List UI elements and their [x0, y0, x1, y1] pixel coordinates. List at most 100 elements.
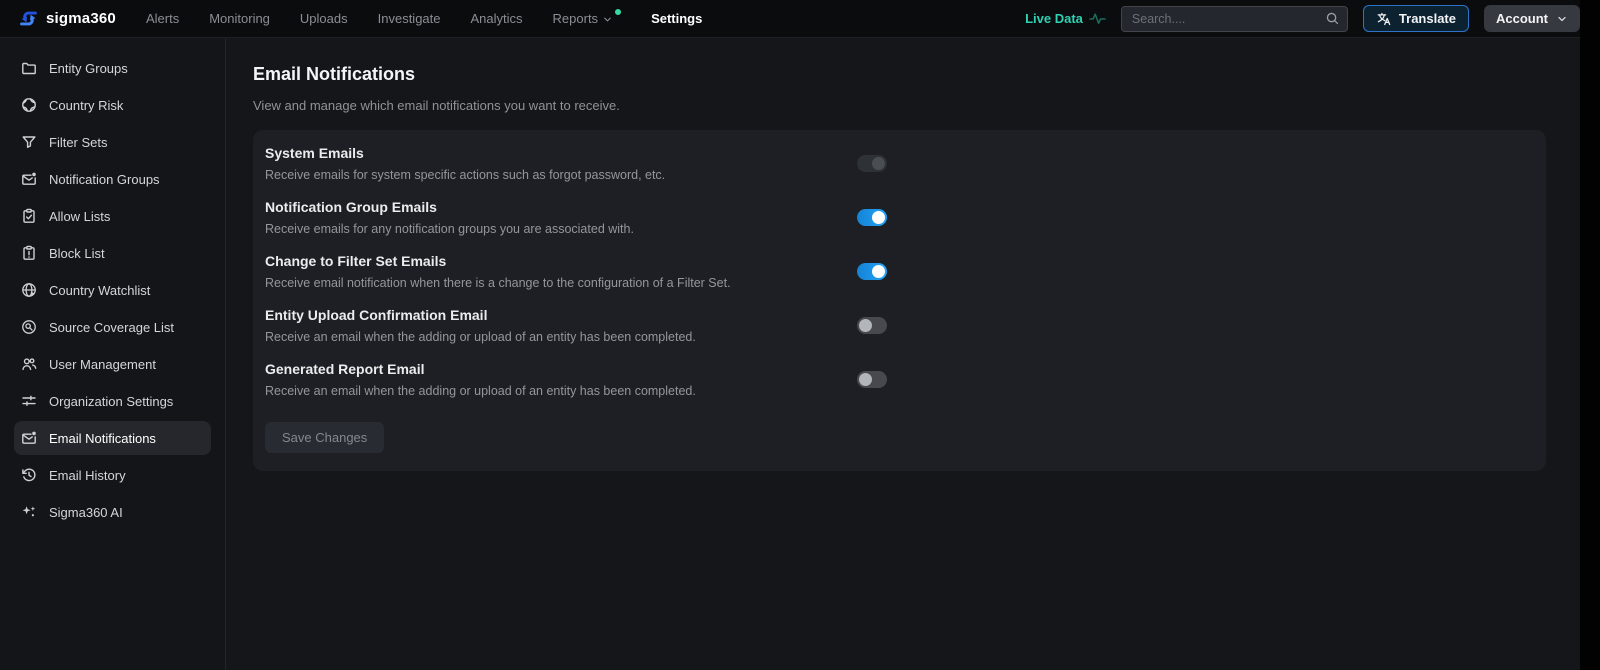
sidebar-item-entity-groups[interactable]: Entity Groups: [14, 51, 211, 85]
navbar-right-group: Live Data Translate Account: [1025, 5, 1580, 32]
clipboard-alert-icon: [21, 245, 37, 261]
sidebar-item-label: Allow Lists: [49, 209, 110, 224]
folder-icon: [21, 60, 37, 76]
setting-text: Notification Group Emails Receive emails…: [265, 199, 857, 236]
mail-notification-icon: [21, 171, 37, 187]
setting-text: System Emails Receive emails for system …: [265, 145, 857, 182]
sparkles-icon: [21, 504, 37, 520]
pulse-icon: [1089, 11, 1106, 26]
sidebar-item-label: Organization Settings: [49, 394, 173, 409]
sidebar-item-organization-settings[interactable]: Organization Settings: [14, 384, 211, 418]
toggle-knob: [859, 373, 872, 386]
sidebar-item-source-coverage-list[interactable]: Source Coverage List: [14, 310, 211, 344]
sidebar-item-country-watchlist[interactable]: Country Watchlist: [14, 273, 211, 307]
nav-settings[interactable]: Settings: [651, 11, 702, 26]
users-icon: [21, 356, 37, 372]
chevron-down-icon: [1556, 13, 1568, 25]
mail-notification-icon: [21, 430, 37, 446]
primary-nav: Alerts Monitoring Uploads Investigate An…: [146, 11, 702, 26]
sidebar-item-country-risk[interactable]: Country Risk: [14, 88, 211, 122]
page-subtitle: View and manage which email notification…: [253, 98, 1566, 113]
scrollbar-track[interactable]: [1580, 0, 1600, 670]
brand-name: sigma360: [46, 10, 116, 27]
page-title: Email Notifications: [253, 64, 1566, 85]
sidebar-item-label: User Management: [49, 357, 156, 372]
settings-sidebar: Entity Groups Country Risk Filter Sets N…: [0, 38, 226, 670]
sidebar-item-label: Email Notifications: [49, 431, 156, 446]
nav-analytics[interactable]: Analytics: [471, 11, 523, 26]
setting-description: Receive emails for system specific actio…: [265, 168, 857, 182]
nav-alerts[interactable]: Alerts: [146, 11, 179, 26]
sidebar-item-label: Source Coverage List: [49, 320, 174, 335]
generated-report-email-toggle[interactable]: [857, 371, 887, 388]
search-icon: [1325, 11, 1340, 26]
setting-title: Entity Upload Confirmation Email: [265, 307, 857, 323]
setting-row-entity-upload-confirmation: Entity Upload Confirmation Email Receive…: [265, 307, 1534, 344]
globe-icon: [21, 97, 37, 113]
notification-group-emails-toggle[interactable]: [857, 209, 887, 226]
sidebar-item-email-history[interactable]: Email History: [14, 458, 211, 492]
search-box: [1121, 6, 1348, 32]
setting-row-generated-report-email: Generated Report Email Receive an email …: [265, 361, 1534, 398]
sidebar-item-notification-groups[interactable]: Notification Groups: [14, 162, 211, 196]
chevron-down-icon: [602, 14, 613, 25]
clipboard-check-icon: [21, 208, 37, 224]
setting-description: Receive emails for any notification grou…: [265, 222, 857, 236]
sidebar-item-filter-sets[interactable]: Filter Sets: [14, 125, 211, 159]
nav-reports[interactable]: Reports: [553, 11, 622, 26]
search-input[interactable]: [1121, 6, 1348, 32]
reports-status-dot: [615, 9, 621, 15]
sidebar-item-email-notifications[interactable]: Email Notifications: [14, 421, 211, 455]
sidebar-item-label: Entity Groups: [49, 61, 128, 76]
sidebar-item-user-management[interactable]: User Management: [14, 347, 211, 381]
setting-text: Generated Report Email Receive an email …: [265, 361, 857, 398]
setting-title: Generated Report Email: [265, 361, 857, 377]
nav-reports-label: Reports: [553, 11, 599, 26]
sidebar-item-sigma360-ai[interactable]: Sigma360 AI: [14, 495, 211, 529]
system-emails-toggle[interactable]: [857, 155, 887, 172]
sidebar-item-label: Filter Sets: [49, 135, 108, 150]
nav-monitoring[interactable]: Monitoring: [209, 11, 270, 26]
sliders-icon: [21, 393, 37, 409]
filter-set-emails-toggle[interactable]: [857, 263, 887, 280]
translate-button[interactable]: Translate: [1363, 5, 1469, 32]
setting-text: Change to Filter Set Emails Receive emai…: [265, 253, 857, 290]
toggle-knob: [872, 265, 885, 278]
entity-upload-confirmation-toggle[interactable]: [857, 317, 887, 334]
setting-title: Change to Filter Set Emails: [265, 253, 857, 269]
sidebar-item-label: Block List: [49, 246, 105, 261]
save-changes-button[interactable]: Save Changes: [265, 422, 384, 453]
main-content: Email Notifications View and manage whic…: [226, 38, 1600, 670]
setting-description: Receive an email when the adding or uplo…: [265, 330, 857, 344]
nav-investigate[interactable]: Investigate: [378, 11, 441, 26]
top-navbar: sigma360 Alerts Monitoring Uploads Inves…: [0, 0, 1600, 38]
toggle-knob: [872, 157, 885, 170]
sidebar-item-block-list[interactable]: Block List: [14, 236, 211, 270]
sigma360-logo-icon: [18, 8, 39, 29]
setting-title: Notification Group Emails: [265, 199, 857, 215]
sidebar-item-allow-lists[interactable]: Allow Lists: [14, 199, 211, 233]
sidebar-item-label: Sigma360 AI: [49, 505, 123, 520]
setting-row-system-emails: System Emails Receive emails for system …: [265, 145, 1534, 182]
email-notifications-panel: System Emails Receive emails for system …: [253, 130, 1546, 471]
toggle-knob: [872, 211, 885, 224]
sidebar-item-label: Country Risk: [49, 98, 123, 113]
live-data-indicator: Live Data: [1025, 11, 1106, 26]
translate-label: Translate: [1399, 11, 1456, 26]
nav-uploads[interactable]: Uploads: [300, 11, 348, 26]
sidebar-item-label: Email History: [49, 468, 126, 483]
setting-row-filter-set-emails: Change to Filter Set Emails Receive emai…: [265, 253, 1534, 290]
toggle-knob: [859, 319, 872, 332]
translate-icon: [1376, 11, 1392, 27]
brand-logo[interactable]: sigma360: [18, 8, 116, 29]
setting-row-notification-group-emails: Notification Group Emails Receive emails…: [265, 199, 1534, 236]
account-button[interactable]: Account: [1484, 5, 1580, 32]
setting-title: System Emails: [265, 145, 857, 161]
funnel-icon: [21, 134, 37, 150]
sidebar-item-label: Notification Groups: [49, 172, 160, 187]
setting-text: Entity Upload Confirmation Email Receive…: [265, 307, 857, 344]
account-label: Account: [1496, 11, 1548, 26]
history-icon: [21, 467, 37, 483]
live-data-label: Live Data: [1025, 11, 1083, 26]
search-circle-icon: [21, 319, 37, 335]
